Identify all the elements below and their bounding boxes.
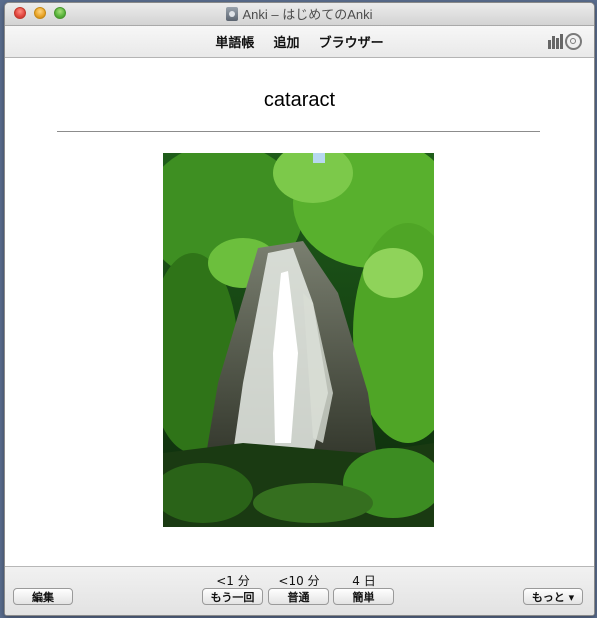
answer-divider	[57, 131, 540, 132]
nav-decks[interactable]: 単語帳	[215, 28, 254, 59]
window-title-wrap: Anki – はじめてのAnki	[5, 3, 594, 25]
edit-button[interactable]: 編集	[13, 588, 73, 605]
more-button[interactable]: もっと ▾	[523, 588, 583, 605]
title-bar: Anki – はじめてのAnki	[5, 3, 594, 26]
card-area: cataract	[5, 58, 594, 566]
stats-icon[interactable]	[548, 34, 563, 49]
window-title: Anki – はじめてのAnki	[242, 7, 373, 22]
sync-icon[interactable]	[565, 33, 582, 50]
answer-bar: 編集 <1 分 <10 分 4 日 もう一回 普通 簡単 もっと ▾	[5, 566, 594, 615]
interval-easy: 4 日	[352, 574, 376, 588]
nav-browse[interactable]: ブラウザー	[319, 28, 384, 59]
card-front-text: cataract	[263, 89, 336, 111]
nav-add[interactable]: 追加	[273, 28, 299, 59]
again-button[interactable]: もう一回	[202, 588, 263, 605]
interval-again: <1 分	[216, 574, 250, 588]
anki-app-icon	[226, 7, 239, 21]
good-button[interactable]: 普通	[268, 588, 329, 605]
top-toolbar: 単語帳 追加 ブラウザー	[5, 26, 594, 58]
waterfall-image	[163, 153, 434, 527]
toolbar-nav: 単語帳 追加 ブラウザー	[5, 26, 594, 57]
anki-window: Anki – はじめてのAnki 単語帳 追加 ブラウザー cataract 編…	[4, 2, 595, 616]
easy-button[interactable]: 簡単	[333, 588, 394, 605]
interval-good: <10 分	[278, 574, 320, 588]
